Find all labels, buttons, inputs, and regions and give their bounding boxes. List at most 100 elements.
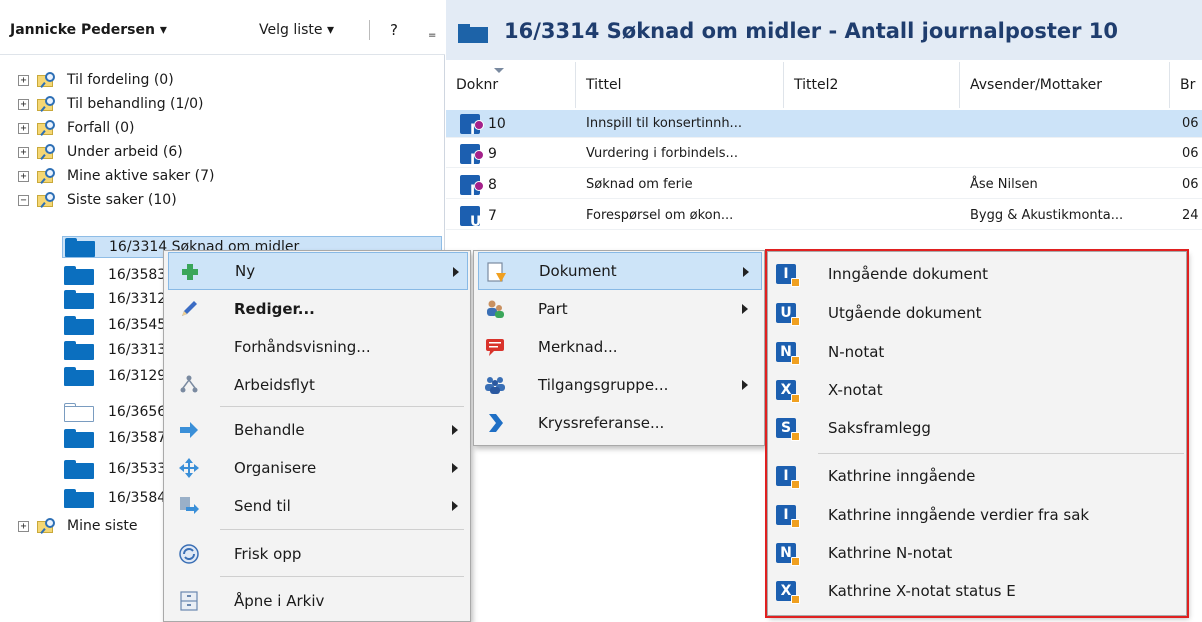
case-item[interactable]: 16/3656	[64, 401, 166, 423]
case-header: 16/3314 Søknad om midler - Antall journa…	[446, 0, 1202, 60]
search-folder-icon	[37, 72, 59, 88]
expander-icon[interactable]: +	[18, 170, 29, 182]
menu-item-frisk-opp[interactable]: Frisk opp	[164, 535, 470, 573]
column-header-avsender[interactable]: Avsender/Mottaker	[960, 62, 1170, 108]
tree-item-label: Mine siste	[67, 518, 138, 534]
collapse-icon[interactable]: −	[18, 194, 29, 206]
expander-icon[interactable]: +	[18, 74, 29, 86]
case-item[interactable]: 16/3584	[64, 487, 166, 509]
tree-item-mine-siste[interactable]: + Mine siste	[18, 515, 138, 537]
tree-item-siste-saker[interactable]: − Siste saker (10)	[18, 189, 177, 211]
incoming-document-icon: I	[776, 466, 800, 489]
user-menu-button[interactable]: Jannicke Pedersen ▾	[10, 22, 167, 38]
expander-icon[interactable]: +	[18, 146, 29, 158]
case-item[interactable]: 16/3313	[64, 339, 166, 361]
folder-icon	[64, 488, 94, 508]
document-icon	[485, 261, 507, 283]
folder-icon	[64, 366, 94, 386]
menu-item-dokument[interactable]: Dokument	[478, 252, 762, 290]
avsender-cell: Bygg & Akustikmonta...	[970, 208, 1124, 223]
column-header-doknr[interactable]: Doknr	[446, 62, 576, 108]
case-item-label: 16/3533	[108, 461, 167, 477]
folder-icon	[65, 237, 95, 257]
menu-item-label: Behandle	[234, 421, 305, 439]
column-header-br[interactable]: Br	[1170, 62, 1202, 108]
submenu-arrow-icon	[452, 425, 458, 435]
search-folder-icon	[37, 168, 59, 184]
submenu-arrow-icon	[452, 501, 458, 511]
menu-item-arbeidsflyt[interactable]: Arbeidsflyt	[164, 366, 470, 404]
pencil-icon	[178, 298, 200, 320]
people-icon	[484, 298, 506, 320]
menu-item-kathrine-inngaende-verdier[interactable]: I Kathrine inngående verdier fra sak	[768, 496, 1186, 534]
menu-item-x-notat[interactable]: X X-notat	[768, 371, 1186, 409]
menu-separator	[220, 576, 464, 577]
case-item[interactable]: 16/3312	[64, 288, 166, 310]
table-row[interactable]: I 9 Vurdering i forbindels... 06	[446, 140, 1202, 168]
menu-item-kryssreferanse[interactable]: Kryssreferanse...	[474, 404, 764, 442]
case-item-label: 16/3313	[108, 342, 167, 358]
column-header-tittel2[interactable]: Tittel2	[784, 62, 960, 108]
expander-icon[interactable]: +	[18, 122, 29, 134]
header-divider	[369, 20, 370, 40]
case-item[interactable]: 16/3583	[64, 264, 166, 286]
case-item[interactable]: 16/3587	[64, 427, 166, 449]
expander-icon[interactable]: +	[18, 520, 29, 532]
menu-item-part[interactable]: Part	[474, 290, 764, 328]
menu-separator	[220, 529, 464, 530]
folder-icon	[64, 340, 94, 360]
search-folder-icon	[37, 96, 59, 112]
menu-item-apne-i-arkiv[interactable]: Åpne i Arkiv	[164, 582, 470, 620]
menu-item-label: Kryssreferanse...	[538, 414, 665, 432]
help-button[interactable]: ?	[390, 21, 398, 39]
menu-item-send-til[interactable]: Send til	[164, 487, 470, 525]
menu-item-ny[interactable]: Ny	[168, 252, 468, 290]
menu-item-n-notat[interactable]: N N-notat	[768, 333, 1186, 371]
menu-separator	[818, 453, 1184, 454]
menu-item-kathrine-inngaende[interactable]: I Kathrine inngående	[768, 457, 1186, 495]
menu-separator	[220, 406, 464, 407]
case-item[interactable]: 16/3533	[64, 458, 166, 480]
group-icon	[484, 374, 506, 396]
folder-icon	[64, 315, 94, 335]
menu-item-forhandsvisning[interactable]: Forhåndsvisning...	[164, 328, 470, 366]
menu-item-label: N-notat	[828, 343, 885, 361]
tree-item-forfall[interactable]: + Forfall (0)	[18, 117, 134, 139]
velg-liste-button[interactable]: Velg liste ▾	[259, 22, 334, 38]
menu-item-merknad[interactable]: Merknad...	[474, 328, 764, 366]
menu-item-utgaende-dokument[interactable]: U Utgående dokument	[768, 294, 1186, 332]
tree-item-mine-aktive-saker[interactable]: + Mine aktive saker (7)	[18, 165, 214, 187]
tree-item-label: Til behandling (1/0)	[67, 96, 204, 112]
table-row[interactable]: U 7 Forespørsel om økon... Bygg & Akusti…	[446, 202, 1202, 230]
column-header-tittel[interactable]: Tittel	[576, 62, 784, 108]
expander-icon[interactable]: +	[18, 98, 29, 110]
menu-item-kathrine-n-notat[interactable]: N Kathrine N-notat	[768, 534, 1186, 572]
menu-item-kathrine-x-notat[interactable]: X Kathrine X-notat status E	[768, 572, 1186, 610]
menu-item-behandle[interactable]: Behandle	[164, 411, 470, 449]
menu-item-saksframlegg[interactable]: S Saksframlegg	[768, 409, 1186, 447]
menu-item-label: Åpne i Arkiv	[234, 592, 325, 610]
incoming-document-icon: I	[776, 505, 800, 528]
case-item-label: 16/3583	[108, 267, 167, 283]
menu-item-inngaende-dokument[interactable]: I Inngående dokument	[768, 255, 1186, 293]
tree-item-til-fordeling[interactable]: + Til fordeling (0)	[18, 69, 174, 91]
tree-item-under-arbeid[interactable]: + Under arbeid (6)	[18, 141, 183, 163]
overflow-menu-icon[interactable]: =	[428, 30, 436, 41]
menu-item-organisere[interactable]: Organisere	[164, 449, 470, 487]
search-folder-icon	[37, 518, 59, 534]
comment-icon	[484, 336, 506, 358]
case-item[interactable]: 16/3129	[64, 365, 166, 387]
table-row[interactable]: I 8 Søknad om ferie Åse Nilsen 06	[446, 171, 1202, 199]
case-item[interactable]: 16/3545	[64, 314, 166, 336]
arrow-right-icon	[178, 419, 200, 441]
tree-item-til-behandling[interactable]: + Til behandling (1/0)	[18, 93, 204, 115]
menu-item-label: Kathrine inngående	[828, 467, 976, 485]
menu-item-rediger[interactable]: Rediger...	[164, 290, 470, 328]
menu-item-label: Frisk opp	[234, 545, 302, 563]
folder-icon	[64, 428, 94, 448]
tittel-cell: Vurdering i forbindels...	[586, 146, 738, 161]
x-notat-icon: X	[776, 380, 800, 403]
table-row[interactable]: I 10 Innspill til konsertinnh... 06	[446, 110, 1202, 138]
outgoing-document-icon: U	[460, 206, 481, 230]
menu-item-tilgangsgruppe[interactable]: Tilgangsgruppe...	[474, 366, 764, 404]
